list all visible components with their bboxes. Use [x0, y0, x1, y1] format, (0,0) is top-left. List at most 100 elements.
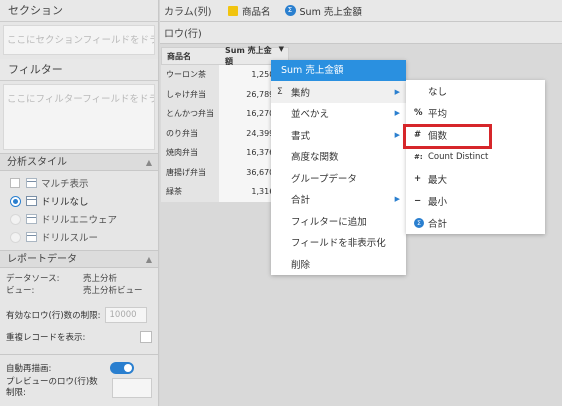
submenu-item-count-distinct[interactable]: #: Count Distinct — [406, 146, 545, 168]
menu-item-label: フィールドを非表示化 — [291, 238, 386, 250]
multi-display-option[interactable]: マルチ表示 — [0, 174, 158, 192]
drill-anywhere-icon — [26, 214, 37, 224]
chevron-up-icon[interactable]: ▲ — [146, 154, 152, 170]
cell-product: しゃけ弁当 — [161, 84, 219, 104]
column-field-product[interactable]: 商品名 — [228, 4, 271, 18]
column-field-sum-label: Sum 売上金額 — [299, 6, 362, 18]
auto-redraw-toggle[interactable] — [110, 362, 134, 374]
menu-item-label: 並べかえ — [291, 109, 330, 121]
menu-item-label: 合計 — [291, 195, 311, 207]
submenu-item-label: 最小 — [428, 197, 448, 208]
analysis-style-header[interactable]: 分析スタイル ▲ — [0, 153, 158, 171]
duplicate-label: 重複レコードを表示: — [6, 333, 86, 343]
analysis-style-title: 分析スタイル — [7, 157, 67, 168]
header-product[interactable]: 商品名 — [162, 51, 220, 62]
menu-item-group-data[interactable]: グループデータ — [271, 167, 406, 189]
divider — [0, 354, 158, 355]
submenu-item-label: Count Distinct — [428, 152, 489, 162]
row-limit-label: 有効なロウ(行)数の制限: — [6, 311, 101, 321]
chevron-right-icon: ▶ — [394, 109, 400, 118]
no-drill-option[interactable]: ドリルなし — [0, 192, 158, 210]
aggregate-submenu: なし % 平均 # 個数 #: Count Distinct + 最大 − 最小… — [406, 80, 545, 234]
cell-product: 唐揚げ弁当 — [161, 162, 219, 182]
table-icon — [26, 196, 37, 206]
report-data-title: レポートデータ — [7, 254, 77, 265]
auto-redraw-label: 自動再描画: — [6, 364, 52, 374]
cell-product: 緑茶 — [161, 182, 219, 202]
cell-product: とんかつ弁当 — [161, 104, 219, 124]
filter-header[interactable]: フィルター — [0, 59, 158, 81]
column-field-product-label: 商品名 — [242, 6, 271, 18]
checkbox[interactable] — [10, 178, 20, 188]
plus-icon: + — [414, 174, 422, 184]
filter-drop-zone[interactable]: ここにフィルターフィールドをドラッグ — [3, 84, 155, 150]
menu-item-hide-field[interactable]: フィールドを非表示化 — [271, 232, 406, 254]
table-row: 焼肉弁当 16,376,85 — [161, 143, 289, 163]
menu-item-aggregate[interactable]: Σ 集約 ▶ — [271, 81, 406, 103]
preview-limit-input[interactable] — [112, 378, 152, 398]
duplicate-checkbox[interactable] — [140, 331, 152, 343]
filter-title: フィルター — [8, 63, 63, 76]
table-row: のり弁当 24,399,76 — [161, 123, 289, 143]
radio[interactable] — [10, 231, 21, 243]
menu-item-label: 高度な関数 — [291, 152, 339, 164]
radio[interactable] — [10, 213, 21, 225]
datasource-row: データソース: 売上分析 — [0, 272, 158, 284]
hash-colon-icon: #: — [414, 153, 423, 161]
menu-item-format[interactable]: 書式 ▶ — [271, 124, 406, 146]
drill-through-icon — [26, 232, 37, 242]
drill-through-label: ドリルスルー — [41, 233, 99, 244]
duplicate-row: 重複レコードを表示: — [0, 326, 158, 348]
cell-product: ウーロン茶 — [161, 65, 219, 85]
left-panel: セクション ここにセクションフィールドをドラッグ フィルター ここにフィルターフ… — [0, 0, 159, 406]
submenu-item-none[interactable]: なし — [406, 80, 545, 102]
auto-redraw-row: 自動再描画: — [0, 361, 158, 375]
report-data-header[interactable]: レポートデータ ▲ — [0, 250, 158, 268]
radio-selected[interactable] — [10, 195, 21, 207]
chevron-up-icon[interactable]: ▲ — [146, 251, 152, 267]
submenu-item-max[interactable]: + 最大 — [406, 168, 545, 190]
cell-product: のり弁当 — [161, 123, 219, 143]
submenu-item-sum[interactable]: Σ 合計 — [406, 212, 545, 234]
datasource-label: データソース: — [6, 274, 60, 284]
menu-item-label: 書式 — [291, 130, 311, 142]
column-field-sum[interactable]: Σ Sum 売上金額 — [284, 4, 362, 18]
menu-item-label: フィルターに追加 — [291, 216, 367, 228]
menu-item-total[interactable]: 合計 ▶ — [271, 189, 406, 211]
chevron-right-icon: ▶ — [394, 87, 400, 96]
menu-item-sort[interactable]: 並べかえ ▶ — [271, 103, 406, 125]
table-row: ウーロン茶 1,250,80 — [161, 65, 289, 85]
column-shelf-label: カラム(列) — [164, 7, 212, 18]
row-shelf-label: ロウ(行) — [164, 29, 202, 40]
drill-through-option[interactable]: ドリルスルー — [0, 228, 158, 246]
sigma-icon: Σ — [277, 86, 283, 97]
table-header: 商品名 Sum 売上金額 ▼ — [161, 45, 289, 66]
section-header[interactable]: セクション — [0, 0, 158, 22]
table-row: とんかつ弁当 16,270,46 — [161, 104, 289, 124]
row-limit-input[interactable]: 10000 — [104, 307, 147, 323]
submenu-item-min[interactable]: − 最小 — [406, 190, 545, 212]
table-icon — [26, 178, 37, 188]
field-context-menu: Sum 売上金額 Σ 集約 ▶ 並べかえ ▶ 書式 ▶ 高度な関数 グループデー… — [271, 60, 406, 275]
submenu-item-label: 平均 — [428, 109, 448, 120]
menu-item-advanced-function[interactable]: 高度な関数 — [271, 146, 406, 168]
submenu-item-average[interactable]: % 平均 — [406, 102, 545, 124]
drill-anywhere-option[interactable]: ドリルエニウェア — [0, 210, 158, 228]
multi-display-label: マルチ表示 — [41, 179, 89, 190]
view-label: ビュー: — [6, 286, 35, 296]
minus-icon: − — [414, 196, 422, 206]
menu-item-label: グループデータ — [291, 173, 357, 185]
menu-item-delete[interactable]: 削除 — [271, 253, 406, 275]
row-shelf[interactable]: ロウ(行) — [160, 22, 562, 44]
menu-item-label: 削除 — [291, 259, 311, 271]
row-limit-row: 有効なロウ(行)数の制限: 10000 — [0, 304, 158, 326]
menu-item-label: 集約 — [291, 87, 311, 99]
table-row: 唐揚げ弁当 36,670,20 — [161, 162, 289, 182]
sum-icon: Σ — [284, 5, 296, 16]
column-shelf[interactable]: カラム(列) 商品名 Σ Sum 売上金額 — [160, 0, 562, 22]
percent-icon: % — [414, 108, 423, 118]
menu-item-add-filter[interactable]: フィルターに追加 — [271, 210, 406, 232]
dimension-square-icon — [228, 5, 238, 16]
section-drop-zone[interactable]: ここにセクションフィールドをドラッグ — [3, 25, 155, 55]
datasource-value: 売上分析 — [83, 274, 118, 284]
